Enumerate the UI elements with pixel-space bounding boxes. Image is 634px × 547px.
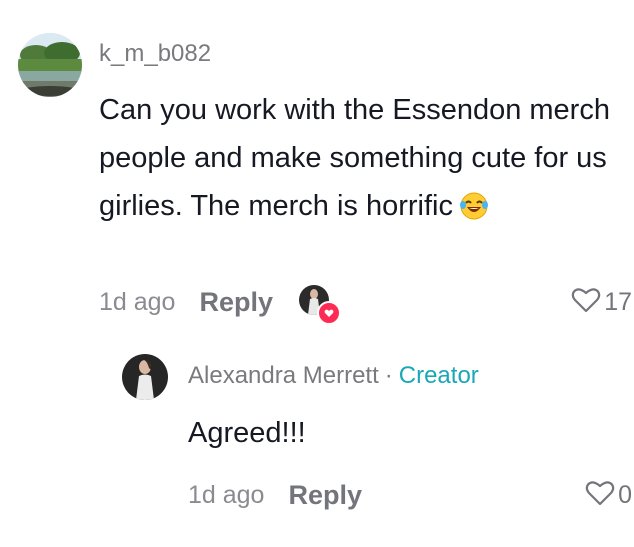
comment-username[interactable]: Alexandra Merrett [188, 362, 379, 389]
comment-username-line: Alexandra Merrett · Creator [188, 362, 479, 390]
like-button[interactable]: 0 [585, 477, 632, 513]
like-count: 0 [618, 480, 632, 509]
comment-text: Can you work with the Essendon merch peo… [99, 86, 619, 236]
laughing-tears-emoji-icon [459, 188, 489, 236]
heart-icon [317, 301, 341, 325]
comment-meta: 1d ago Reply [99, 284, 341, 325]
separator-dot: · [384, 362, 393, 389]
comment-time-ago: 1d ago [99, 287, 176, 316]
creator-avatar-image [122, 354, 168, 400]
like-button[interactable]: 17 [571, 284, 632, 320]
reply-button[interactable]: Reply [199, 287, 273, 318]
heart-outline-icon [571, 286, 601, 319]
comment-meta: 1d ago Reply [188, 477, 362, 513]
comment-username[interactable]: k_m_b082 [99, 40, 211, 68]
heart-outline-icon [585, 479, 615, 512]
creator-liked-indicator [299, 285, 341, 325]
avatar[interactable] [122, 354, 168, 400]
reply-button[interactable]: Reply [288, 480, 362, 511]
comment-text-content: Can you work with the Essendon merch peo… [99, 94, 610, 222]
creator-badge: Creator [398, 362, 479, 389]
avatar-landscape-image [18, 33, 82, 97]
avatar[interactable] [18, 33, 82, 97]
comment-text: Agreed!!! [188, 417, 306, 449]
like-count: 17 [604, 287, 632, 316]
comment-time-ago: 1d ago [188, 480, 265, 509]
